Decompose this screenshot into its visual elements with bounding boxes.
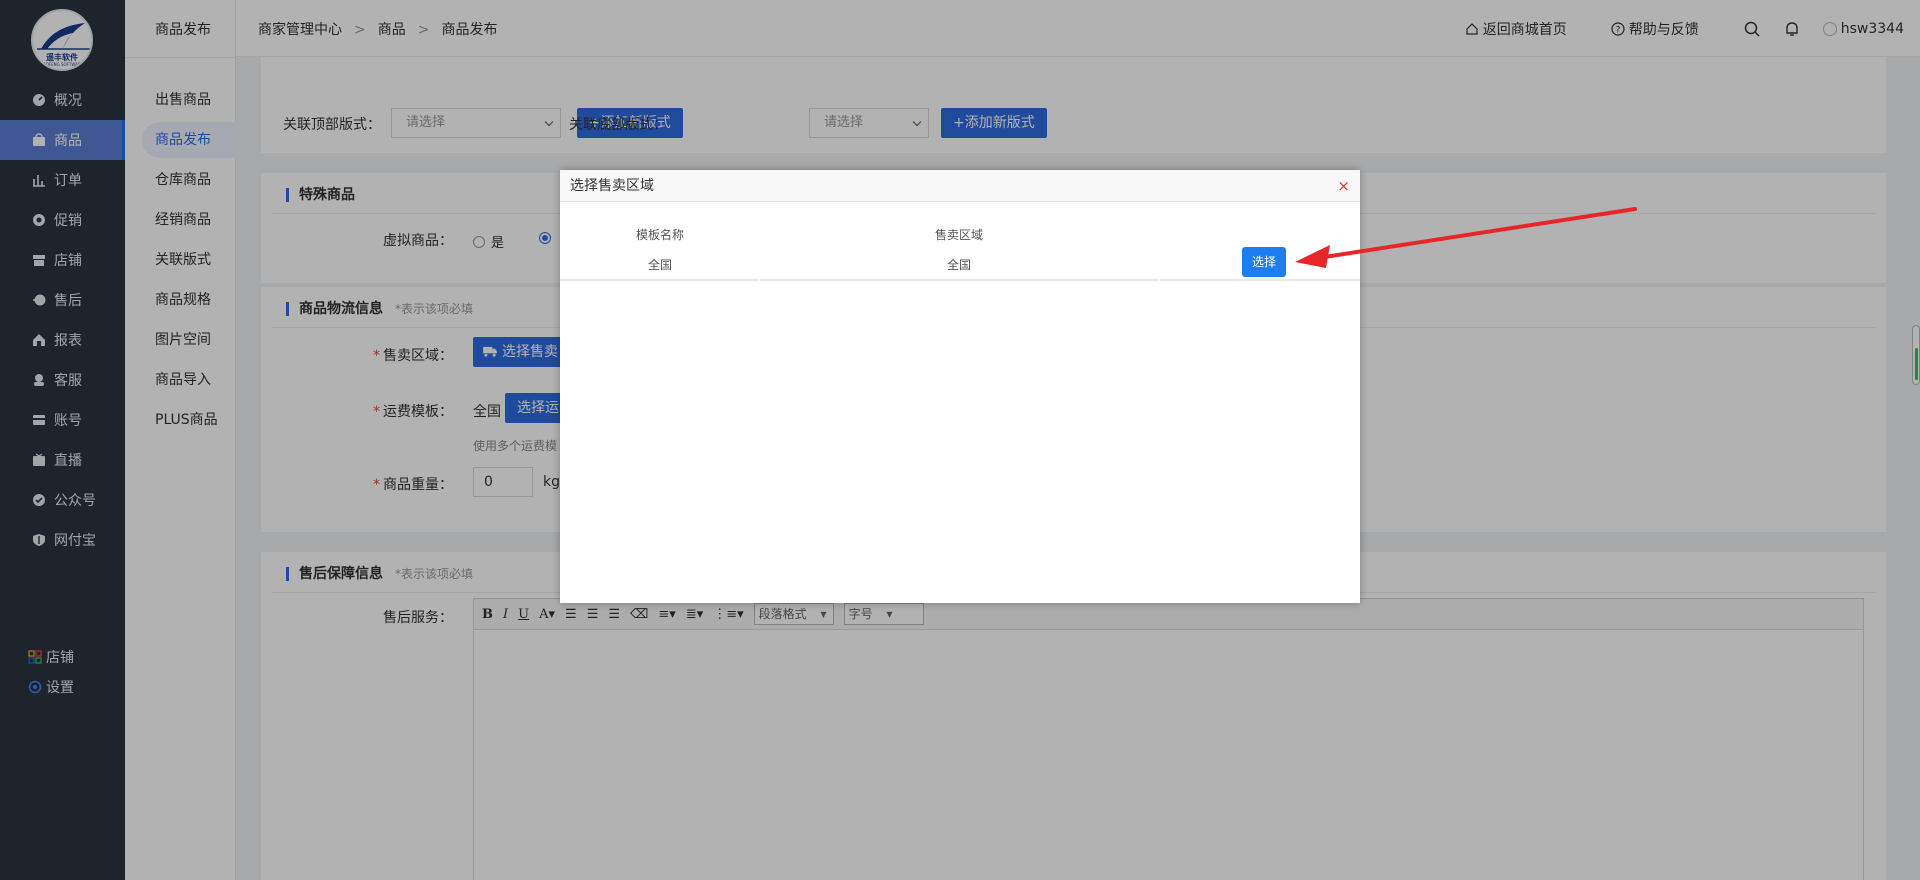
cell-template-name: 全国 xyxy=(647,258,672,272)
dialog-header: 选择售卖区域 × xyxy=(560,170,1360,202)
cell-sale-area: 全国 xyxy=(946,258,971,272)
column-header-area: 售卖区域 xyxy=(934,228,983,242)
column-header-template: 模板名称 xyxy=(635,228,684,242)
select-area-button[interactable]: 选择 xyxy=(1242,247,1286,277)
row-divider xyxy=(760,279,1158,281)
close-icon[interactable]: × xyxy=(1337,170,1350,202)
dialog-title: 选择售卖区域 xyxy=(570,178,654,194)
row-divider xyxy=(560,279,758,281)
row-divider xyxy=(1160,279,1360,281)
sale-area-dialog: 选择售卖区域 × 模板名称 售卖区域 全国 全国 选择 xyxy=(560,170,1360,603)
